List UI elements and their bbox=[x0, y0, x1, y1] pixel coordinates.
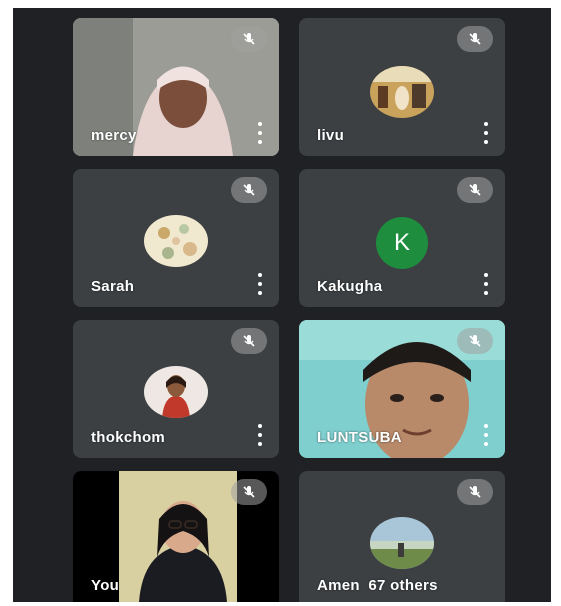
mic-off-icon bbox=[231, 328, 267, 354]
participant-name: Kakugha bbox=[317, 278, 383, 295]
overflow-count: 67 others bbox=[368, 577, 438, 594]
more-vert-icon[interactable] bbox=[253, 122, 267, 144]
participant-tile-sarah[interactable]: Sarah bbox=[73, 169, 279, 307]
participant-name: LUNTSUBA bbox=[317, 429, 402, 446]
mic-off-icon bbox=[231, 177, 267, 203]
participant-tile-thokchom[interactable]: thokchom bbox=[73, 320, 279, 458]
meeting-grid: mercy livu Sarah K Kakugha thokchom LUNT… bbox=[13, 8, 551, 602]
participant-tile-others[interactable]: Amen 67 others bbox=[299, 471, 505, 602]
participant-name: Amen bbox=[317, 577, 360, 594]
avatar-letter: K bbox=[393, 229, 410, 256]
avatar bbox=[144, 366, 208, 418]
participant-tile-luntsuba[interactable]: LUNTSUBA bbox=[299, 320, 505, 458]
more-vert-icon[interactable] bbox=[253, 273, 267, 295]
participant-tile-livu[interactable]: livu bbox=[299, 18, 505, 156]
more-vert-icon[interactable] bbox=[253, 424, 267, 446]
mic-off-icon bbox=[231, 26, 267, 52]
avatar bbox=[144, 215, 208, 267]
participant-tile-mercy[interactable]: mercy bbox=[73, 18, 279, 156]
participant-name: You bbox=[91, 577, 120, 594]
avatar bbox=[370, 66, 434, 118]
mic-off-icon bbox=[457, 479, 493, 505]
participant-name-group: Amen 67 others bbox=[317, 577, 438, 594]
participant-name: Sarah bbox=[91, 278, 135, 295]
mic-off-icon bbox=[231, 479, 267, 505]
participant-tile-you[interactable]: You bbox=[73, 471, 279, 602]
participant-name: thokchom bbox=[91, 429, 166, 446]
more-vert-icon[interactable] bbox=[479, 122, 493, 144]
more-vert-icon[interactable] bbox=[479, 273, 493, 295]
mic-off-icon bbox=[457, 177, 493, 203]
more-vert-icon[interactable] bbox=[479, 424, 493, 446]
avatar: K bbox=[376, 217, 428, 269]
mic-off-icon bbox=[457, 328, 493, 354]
participant-name: livu bbox=[317, 127, 345, 144]
participant-tile-kakugha[interactable]: K Kakugha bbox=[299, 169, 505, 307]
mic-off-icon bbox=[457, 26, 493, 52]
avatar bbox=[370, 517, 434, 569]
participant-name: mercy bbox=[91, 127, 137, 144]
